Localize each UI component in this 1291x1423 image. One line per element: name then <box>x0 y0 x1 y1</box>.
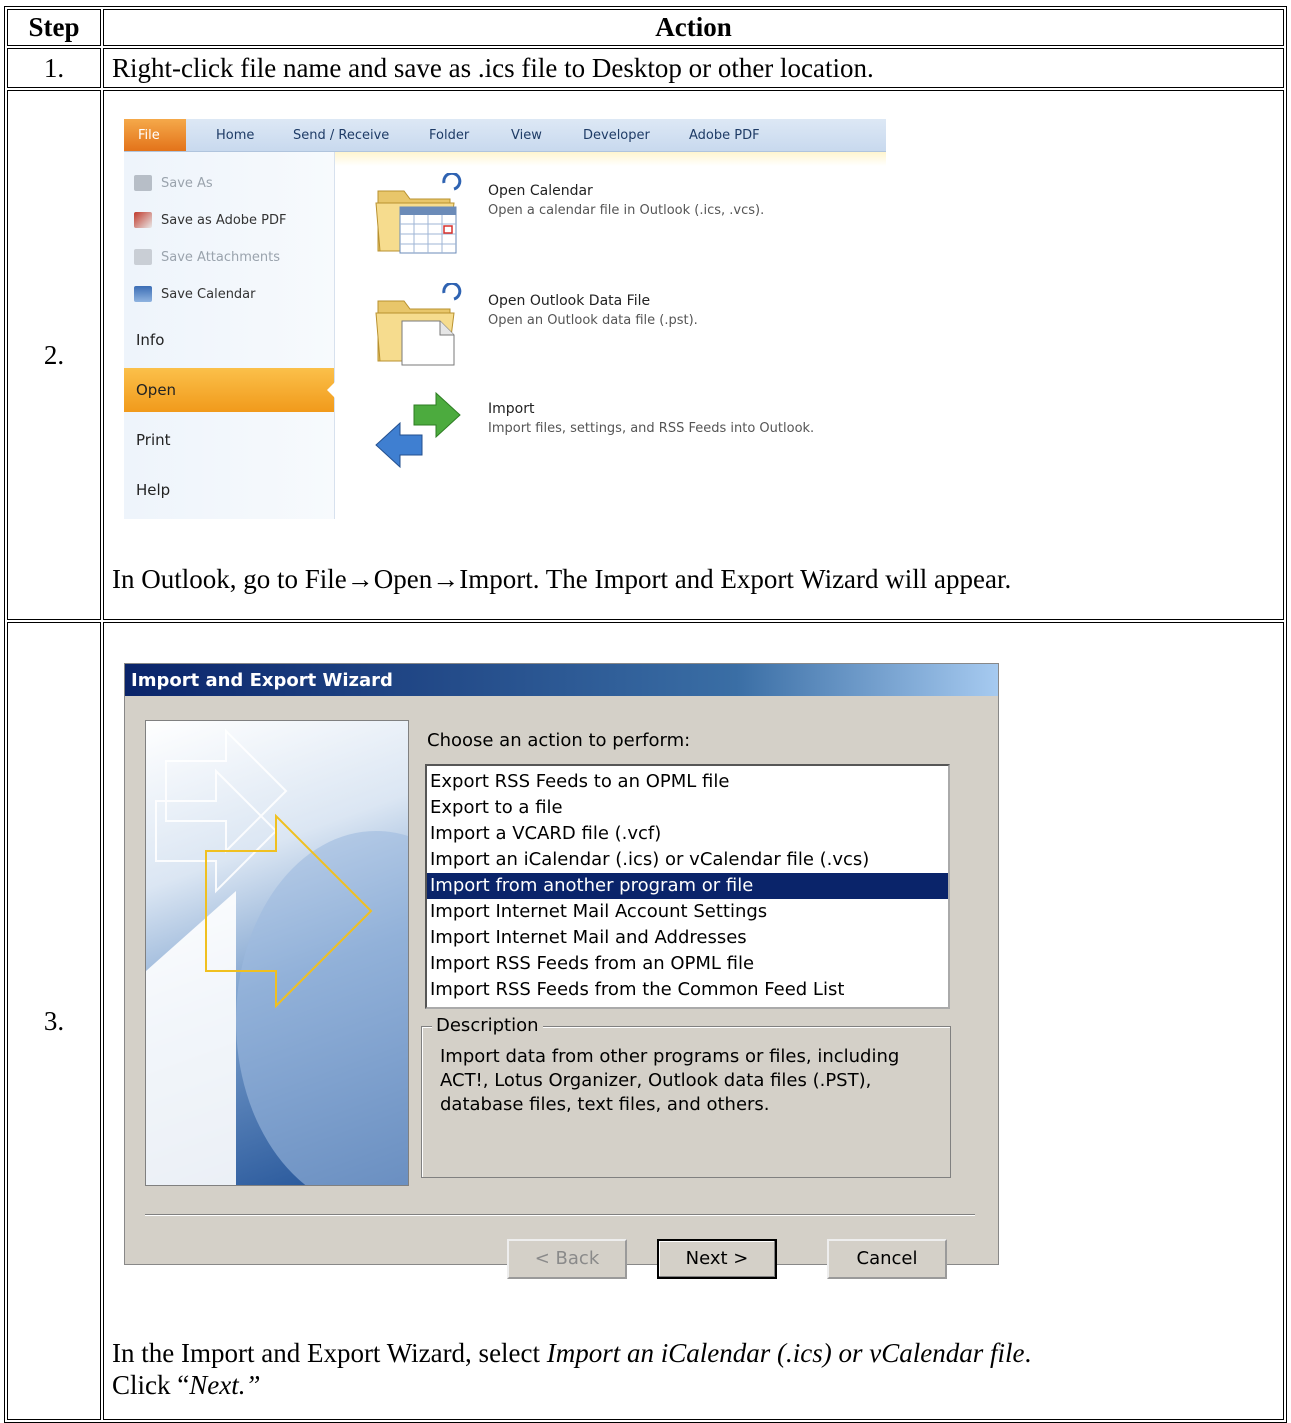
cancel-button[interactable]: Cancel <box>827 1239 947 1279</box>
header-row: Step Action <box>7 9 1284 46</box>
tab-adobe-pdf[interactable]: Adobe PDF <box>689 128 760 143</box>
list-item[interactable]: Export to a file <box>427 795 948 821</box>
tab-view[interactable]: View <box>511 128 542 143</box>
import-option[interactable]: Import Import files, settings, and RSS F… <box>374 391 874 481</box>
step-number: 1. <box>7 48 101 88</box>
step-number: 3. <box>7 622 101 1420</box>
step-action-text: Right-click file name and save as .ics f… <box>103 48 1284 88</box>
step-3-caption: In the Import and Export Wizard, select … <box>112 1338 1032 1400</box>
step-action-cell: Import and Export Wizard Choose an actio… <box>103 622 1284 1420</box>
step-2-caption: In Outlook, go to File→Open→Import. The … <box>112 564 1012 594</box>
open-data-file-icon <box>375 283 462 366</box>
action-prompt: Choose an action to perform: <box>427 730 691 751</box>
nav-info[interactable]: Info <box>124 318 334 362</box>
description-label: Description <box>432 1015 543 1036</box>
next-button[interactable]: Next > <box>657 1239 777 1279</box>
list-item[interactable]: Import Internet Mail Account Settings <box>427 899 948 925</box>
option-title: Open Calendar <box>488 183 593 199</box>
list-item-selected[interactable]: Import from another program or file <box>427 873 948 899</box>
open-outlook-data-file-option[interactable]: Open Outlook Data File Open an Outlook d… <box>374 283 874 373</box>
nav-open[interactable]: Open <box>124 368 335 412</box>
back-button[interactable]: < Back <box>507 1239 627 1279</box>
description-text: Import data from other programs or files… <box>440 1046 900 1115</box>
tab-developer[interactable]: Developer <box>583 128 650 143</box>
option-description: Open an Outlook data file (.pst). <box>488 313 698 328</box>
option-title: Open Outlook Data File <box>488 293 651 309</box>
nav-print[interactable]: Print <box>124 418 334 462</box>
step-row-3: 3. Import and Export Wizard Choose an ac… <box>7 622 1284 1420</box>
step-row-1: 1. Right-click file name and save as .ic… <box>7 48 1284 88</box>
tab-file[interactable]: File <box>124 119 186 151</box>
tab-home[interactable]: Home <box>216 128 254 143</box>
list-item[interactable]: Import a VCARD file (.vcf) <box>427 821 948 847</box>
dialog-title-bar: Import and Export Wizard <box>125 664 998 696</box>
nav-help[interactable]: Help <box>124 468 334 512</box>
calendar-icon <box>134 286 152 302</box>
description-groupbox: Description Import data from other progr… <box>421 1015 951 1178</box>
backstage-menu: Save As Save as Adobe PDF Save Attachmen… <box>124 152 335 519</box>
action-listbox[interactable]: Export RSS Feeds to an OPML file Export … <box>425 764 950 1009</box>
list-item[interactable]: Import RSS Feeds from an OPML file <box>427 951 948 977</box>
list-item[interactable]: Export RSS Feeds to an OPML file <box>427 769 948 795</box>
step-row-2: 2. File Home Send / Receive Folder View … <box>7 90 1284 620</box>
save-attachments-item[interactable]: Save Attachments <box>134 246 280 268</box>
emphasis-next: Next.” <box>189 1370 261 1400</box>
backstage-highlight <box>335 152 886 166</box>
dialog-title: Import and Export Wizard <box>131 670 393 691</box>
list-item[interactable]: Import RSS Feeds from the Common Feed Li… <box>427 977 948 1003</box>
instructions-table: Step Action 1. Right-click file name and… <box>4 6 1287 1423</box>
outlook-backstage-screenshot: File Home Send / Receive Folder View Dev… <box>124 119 886 519</box>
save-calendar-item[interactable]: Save Calendar <box>134 283 256 305</box>
option-description: Open a calendar file in Outlook (.ics, .… <box>488 203 765 218</box>
step-header: Step <box>7 9 101 46</box>
emphasis-option-name: Import an iCalendar (.ics) or vCalendar … <box>546 1338 1025 1368</box>
save-as-icon <box>134 175 152 191</box>
option-description: Import files, settings, and RSS Feeds in… <box>488 421 815 436</box>
list-item[interactable]: Import Internet Mail and Addresses <box>427 925 948 951</box>
save-as-adobe-pdf-item[interactable]: Save as Adobe PDF <box>134 209 287 231</box>
tab-send-receive[interactable]: Send / Receive <box>293 128 389 143</box>
save-as-item[interactable]: Save As <box>134 172 213 194</box>
open-calendar-option[interactable]: Open Calendar Open a calendar file in Ou… <box>374 173 874 263</box>
wizard-arrows-image <box>146 728 408 1185</box>
tab-folder[interactable]: Folder <box>429 128 469 143</box>
ribbon-tabs: File Home Send / Receive Folder View Dev… <box>124 119 886 152</box>
step-action-cell: File Home Send / Receive Folder View Dev… <box>103 90 1284 620</box>
import-arrows-icon <box>375 391 461 469</box>
list-item[interactable]: Import an iCalendar (.ics) or vCalendar … <box>427 847 948 873</box>
pdf-icon <box>134 212 152 228</box>
import-export-wizard-dialog: Import and Export Wizard Choose an actio… <box>124 663 999 1279</box>
attachment-icon <box>134 249 152 265</box>
wizard-artwork <box>145 720 409 1186</box>
open-calendar-icon <box>375 173 462 254</box>
step-number: 2. <box>7 90 101 620</box>
option-title: Import <box>488 401 535 417</box>
button-separator <box>145 1214 975 1216</box>
action-header: Action <box>103 9 1284 46</box>
